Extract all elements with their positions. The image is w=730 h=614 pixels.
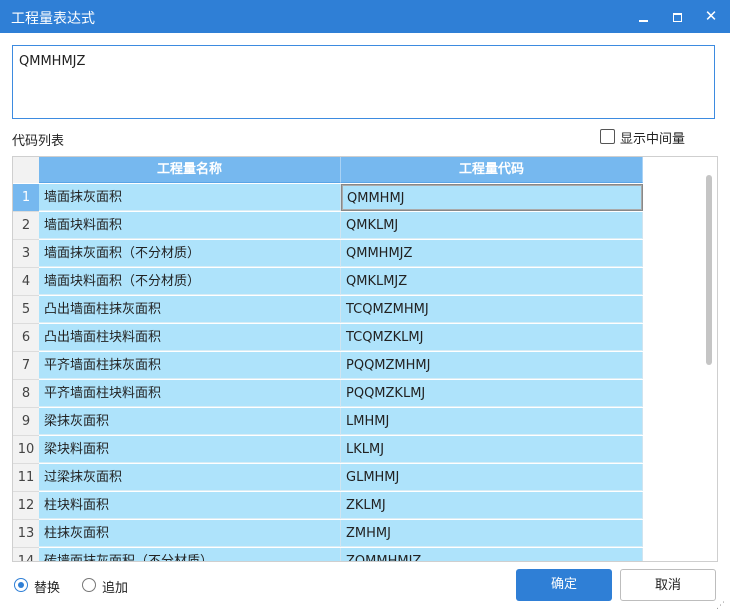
maximize-button[interactable] — [663, 0, 691, 33]
column-header-code[interactable]: 工程量代码 — [341, 157, 643, 183]
table-row[interactable]: 1 墙面抹灰面积 QMMHMJ — [13, 184, 643, 212]
vertical-scrollbar[interactable] — [701, 157, 717, 561]
replace-label: 替换 — [34, 581, 61, 596]
table-row[interactable]: 13 柱抹灰面积 ZMHMJ — [13, 520, 643, 548]
row-number: 11 — [13, 464, 39, 492]
cancel-button[interactable]: 取消 — [620, 569, 716, 601]
close-button[interactable]: ✕ — [697, 0, 725, 33]
cell-quantity-name[interactable]: 砖墙面抹灰面积（不分材质） — [39, 548, 341, 561]
table-row[interactable]: 3 墙面抹灰面积（不分材质） QMMHMJZ — [13, 240, 643, 268]
window-title: 工程量表达式 — [11, 11, 95, 27]
cell-quantity-code[interactable]: TCQMZMHMJ — [341, 296, 643, 323]
row-number: 7 — [13, 352, 39, 380]
cell-quantity-code[interactable]: QMKLMJ — [341, 212, 643, 239]
row-number: 2 — [13, 212, 39, 240]
row-number: 13 — [13, 520, 39, 548]
table-row[interactable]: 12 柱块料面积 ZKLMJ — [13, 492, 643, 520]
row-number: 1 — [13, 184, 39, 212]
row-number: 4 — [13, 268, 39, 296]
resize-grip-icon[interactable]: ⋰ — [716, 600, 728, 612]
cell-quantity-code[interactable]: ZQMMHMJZ — [341, 548, 643, 561]
table-row[interactable]: 7 平齐墙面柱抹灰面积 PQQMZMHMJ — [13, 352, 643, 380]
row-number: 8 — [13, 380, 39, 408]
cell-quantity-name[interactable]: 平齐墙面柱抹灰面积 — [39, 352, 341, 379]
cell-quantity-code[interactable]: QMMHMJZ — [341, 240, 643, 267]
table-row[interactable]: 5 凸出墙面柱抹灰面积 TCQMZMHMJ — [13, 296, 643, 324]
row-number: 5 — [13, 296, 39, 324]
cell-quantity-name[interactable]: 墙面抹灰面积 — [39, 184, 341, 211]
cell-quantity-code[interactable]: ZKLMJ — [341, 492, 643, 519]
cell-quantity-name[interactable]: 柱块料面积 — [39, 492, 341, 519]
cell-quantity-code[interactable]: PQQMZKLMJ — [341, 380, 643, 407]
table-row[interactable]: 10 梁块料面积 LKLMJ — [13, 436, 643, 464]
table-corner — [13, 157, 39, 183]
minimize-icon — [639, 20, 648, 22]
row-number: 6 — [13, 324, 39, 352]
append-radio[interactable] — [82, 578, 96, 592]
cell-quantity-code[interactable]: PQQMZMHMJ — [341, 352, 643, 379]
maximize-icon — [673, 13, 682, 22]
show-intermediate-checkbox[interactable] — [600, 129, 615, 144]
cell-quantity-name[interactable]: 过梁抹灰面积 — [39, 464, 341, 491]
cell-quantity-code[interactable]: QMKLMJZ — [341, 268, 643, 295]
show-intermediate-label: 显示中间量 — [620, 132, 686, 147]
row-number: 12 — [13, 492, 39, 520]
expression-value: QMMHMJZ — [19, 54, 86, 69]
table-row[interactable]: 6 凸出墙面柱块料面积 TCQMZKLMJ — [13, 324, 643, 352]
cell-quantity-name[interactable]: 梁抹灰面积 — [39, 408, 341, 435]
cell-quantity-name[interactable]: 梁块料面积 — [39, 436, 341, 463]
cell-quantity-name[interactable]: 柱抹灰面积 — [39, 520, 341, 547]
row-number: 3 — [13, 240, 39, 268]
table-row[interactable]: 4 墙面块料面积（不分材质） QMKLMJZ — [13, 268, 643, 296]
row-number: 9 — [13, 408, 39, 436]
replace-radio[interactable] — [14, 578, 28, 592]
minimize-button[interactable] — [630, 0, 658, 33]
table-row[interactable]: 11 过梁抹灰面积 GLMHMJ — [13, 464, 643, 492]
cell-quantity-code[interactable]: LMHMJ — [341, 408, 643, 435]
row-number: 14 — [13, 548, 39, 561]
code-table: 工程量名称 工程量代码 1 墙面抹灰面积 QMMHMJ 2 墙面块料面积 QMKLMJ 3 墙… — [12, 156, 718, 562]
append-label: 追加 — [102, 581, 129, 596]
expression-input[interactable]: QMMHMJZ — [12, 45, 715, 119]
cell-quantity-code[interactable]: TCQMZKLMJ — [341, 324, 643, 351]
cell-quantity-code[interactable]: GLMHMJ — [341, 464, 643, 491]
table-row[interactable]: 2 墙面块料面积 QMKLMJ — [13, 212, 643, 240]
table-row[interactable]: 14 砖墙面抹灰面积（不分材质） ZQMMHMJZ — [13, 548, 643, 561]
column-header-name[interactable]: 工程量名称 — [39, 157, 341, 183]
cell-quantity-code[interactable]: LKLMJ — [341, 436, 643, 463]
ok-button[interactable]: 确定 — [516, 569, 612, 601]
close-icon: ✕ — [704, 7, 718, 25]
table-row[interactable]: 8 平齐墙面柱块料面积 PQQMZKLMJ — [13, 380, 643, 408]
cell-quantity-code[interactable]: ZMHMJ — [341, 520, 643, 547]
scrollbar-thumb[interactable] — [706, 175, 712, 365]
table-row[interactable]: 9 梁抹灰面积 LMHMJ — [13, 408, 643, 436]
cell-quantity-code[interactable]: QMMHMJ — [341, 184, 643, 211]
code-list-label: 代码列表 — [12, 134, 65, 149]
title-bar: 工程量表达式 ✕ — [0, 0, 730, 33]
cell-quantity-name[interactable]: 凸出墙面柱块料面积 — [39, 324, 341, 351]
cell-quantity-name[interactable]: 平齐墙面柱块料面积 — [39, 380, 341, 407]
cell-quantity-name[interactable]: 墙面抹灰面积（不分材质） — [39, 240, 341, 267]
cell-quantity-name[interactable]: 凸出墙面柱抹灰面积 — [39, 296, 341, 323]
row-number: 10 — [13, 436, 39, 464]
cell-quantity-name[interactable]: 墙面块料面积 — [39, 212, 341, 239]
cell-quantity-name[interactable]: 墙面块料面积（不分材质） — [39, 268, 341, 295]
